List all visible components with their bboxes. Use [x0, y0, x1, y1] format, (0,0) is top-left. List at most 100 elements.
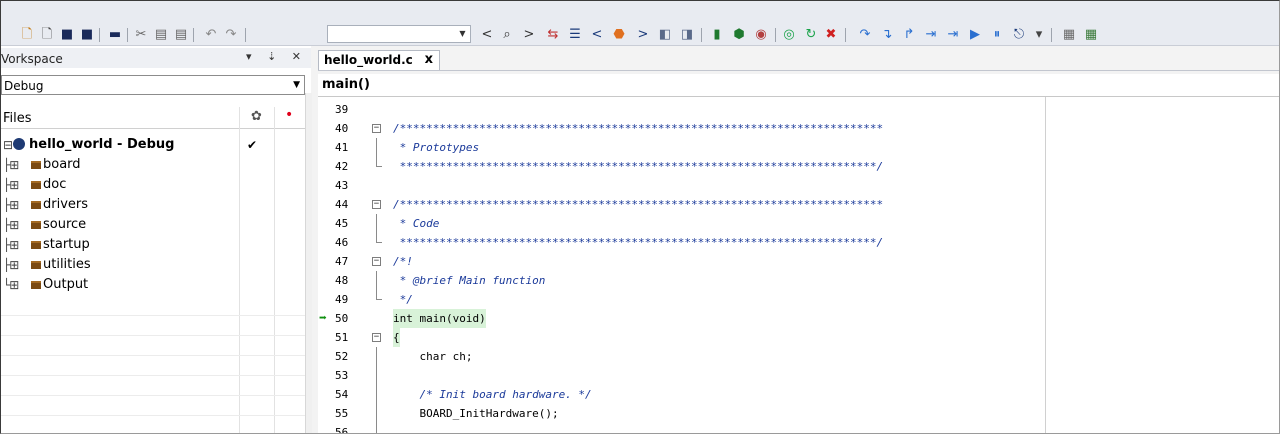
code-text: BOARD_InitHardware();	[393, 407, 559, 420]
step-out-icon[interactable]: ↱	[901, 27, 917, 43]
project-icon	[13, 138, 25, 150]
bookmark-list-icon[interactable]: ☰	[567, 27, 583, 43]
project-node[interactable]: ⊟ hello_world - Debug ✔	[1, 135, 305, 155]
expand-icon[interactable]: ├⊞	[3, 195, 19, 215]
expand-icon[interactable]: ├⊞	[3, 215, 19, 235]
bookmark-icon[interactable]: ⬣	[611, 27, 627, 43]
tree-item-source[interactable]: ├⊞ source	[1, 215, 305, 235]
undo-icon[interactable]: ↶	[203, 27, 219, 43]
run-to-cursor-icon[interactable]: ⇥	[945, 27, 961, 43]
workspace-window-controls[interactable]: ▾ ⇣ ✕	[246, 50, 307, 63]
chevron-down-icon[interactable]: ▼	[293, 80, 300, 90]
project-name: hello_world - Debug	[29, 137, 175, 152]
find-combo[interactable]: ▼	[327, 25, 471, 43]
save-all-icon[interactable]: ■	[79, 27, 95, 43]
line-number: 42	[335, 160, 349, 173]
line-number: 39	[335, 103, 349, 116]
toggle-breakpoint-icon[interactable]: ◉	[753, 27, 769, 43]
function-navigator[interactable]: main()	[318, 74, 1279, 97]
fold-guide-end	[376, 233, 382, 243]
folder-icon	[31, 281, 41, 289]
expand-icon[interactable]: ├⊞	[3, 255, 19, 275]
goto-icon[interactable]: ⇆	[545, 27, 561, 43]
tree-item-doc[interactable]: ├⊞ doc	[1, 175, 305, 195]
tree-item-utilities[interactable]: ├⊞ utilities	[1, 255, 305, 275]
next-statement-icon[interactable]: ⇥	[923, 27, 939, 43]
code-editor[interactable]: 39 40 − /*******************************…	[318, 97, 1279, 433]
make-icon[interactable]: ↻	[803, 27, 819, 43]
fold-collapse-icon[interactable]: −	[372, 200, 381, 209]
expand-icon[interactable]: ├⊞	[3, 175, 19, 195]
code-line: 45 * Code	[318, 214, 1279, 233]
close-icon[interactable]: x	[425, 51, 433, 69]
prev-error-icon[interactable]: ◧	[657, 27, 673, 43]
gear-icon[interactable]: ✿	[251, 109, 262, 124]
function-label: main()	[322, 77, 370, 92]
tree-item-board[interactable]: ├⊞ board	[1, 155, 305, 175]
cut-icon[interactable]: ✂	[133, 27, 149, 43]
tree-item-drivers[interactable]: ├⊞ drivers	[1, 195, 305, 215]
code-text: * Code	[393, 217, 440, 230]
prev-bookmark-icon[interactable]: <	[589, 27, 605, 43]
expand-icon[interactable]: ├⊞	[3, 155, 19, 175]
fold-collapse-icon[interactable]: −	[372, 257, 381, 266]
code-line: 40 − /**********************************…	[318, 119, 1279, 138]
tree-item-startup[interactable]: ├⊞ startup	[1, 235, 305, 255]
current-line-arrow-icon: ➡	[319, 311, 327, 326]
files-header: Files ✿ •	[1, 107, 305, 129]
configuration-select[interactable]: Debug ▼	[1, 75, 305, 95]
workspace-splitter[interactable]	[305, 93, 312, 433]
fold-guide	[376, 423, 377, 433]
code-text: /* Init board hardware. */	[393, 388, 592, 401]
next-error-icon[interactable]: ◨	[679, 27, 695, 43]
redo-icon[interactable]: ↷	[223, 27, 239, 43]
break-icon[interactable]: ⏸	[989, 27, 1005, 43]
line-number: 50	[335, 312, 349, 325]
reset-icon[interactable]: ⎋	[1011, 27, 1027, 43]
status-dot-icon: •	[285, 107, 294, 123]
step-into-icon[interactable]: ↴	[879, 27, 895, 43]
go-icon[interactable]: ▶	[967, 27, 983, 43]
fold-guide	[376, 271, 377, 290]
fold-guide	[376, 138, 377, 157]
tab-hello-world[interactable]: hello_world.c x	[318, 50, 440, 70]
code-text: * @brief Main function	[393, 274, 546, 287]
new-file-icon[interactable]: 🗋	[19, 27, 35, 43]
fold-collapse-icon[interactable]: −	[372, 333, 381, 342]
expand-icon[interactable]: └⊞	[3, 275, 19, 295]
tree-item-output[interactable]: └⊞ Output	[1, 275, 305, 295]
find-next-icon[interactable]: >	[521, 27, 537, 43]
chevron-down-icon[interactable]: ▼	[457, 29, 468, 39]
layout-green-icon[interactable]: ▦	[1083, 27, 1099, 43]
fold-collapse-icon[interactable]: −	[372, 124, 381, 133]
toolbar-dropdown-icon[interactable]: ▾	[1031, 27, 1047, 43]
find-prev-icon[interactable]: <	[479, 27, 495, 43]
collapse-icon[interactable]: ⊟	[3, 135, 13, 155]
new-workspace-icon[interactable]: 🗋	[39, 27, 55, 43]
tab-label: hello_world.c	[324, 53, 413, 67]
line-number: 51	[335, 331, 349, 344]
download-icon[interactable]: ▮	[709, 27, 725, 43]
stop-build-icon[interactable]: ✖	[823, 27, 839, 43]
files-title: Files	[3, 111, 32, 126]
workspace-header: Vorkspace ▾ ⇣ ✕	[1, 48, 311, 68]
expand-icon[interactable]: ├⊞	[3, 235, 19, 255]
line-number: 40	[335, 122, 349, 135]
code-text: char ch;	[393, 350, 473, 363]
code-text: * Prototypes	[393, 141, 480, 154]
debug-icon[interactable]: ⬢	[731, 27, 747, 43]
print-icon[interactable]: ▬	[107, 27, 123, 43]
code-line: 42 *************************************…	[318, 157, 1279, 176]
step-over-icon[interactable]: ↷	[857, 27, 873, 43]
paste-icon[interactable]: ▤	[173, 27, 189, 43]
code-line: 49 */	[318, 290, 1279, 309]
compile-icon[interactable]: ◎	[781, 27, 797, 43]
save-icon[interactable]: ■	[59, 27, 75, 43]
copy-icon[interactable]: ▤	[153, 27, 169, 43]
layout-icon[interactable]: ▦	[1061, 27, 1077, 43]
next-bookmark-icon[interactable]: >	[635, 27, 651, 43]
folder-icon	[31, 201, 41, 209]
find-icon[interactable]: ⌕	[499, 27, 515, 43]
fold-guide	[376, 214, 377, 233]
code-line: 39	[318, 100, 1279, 119]
